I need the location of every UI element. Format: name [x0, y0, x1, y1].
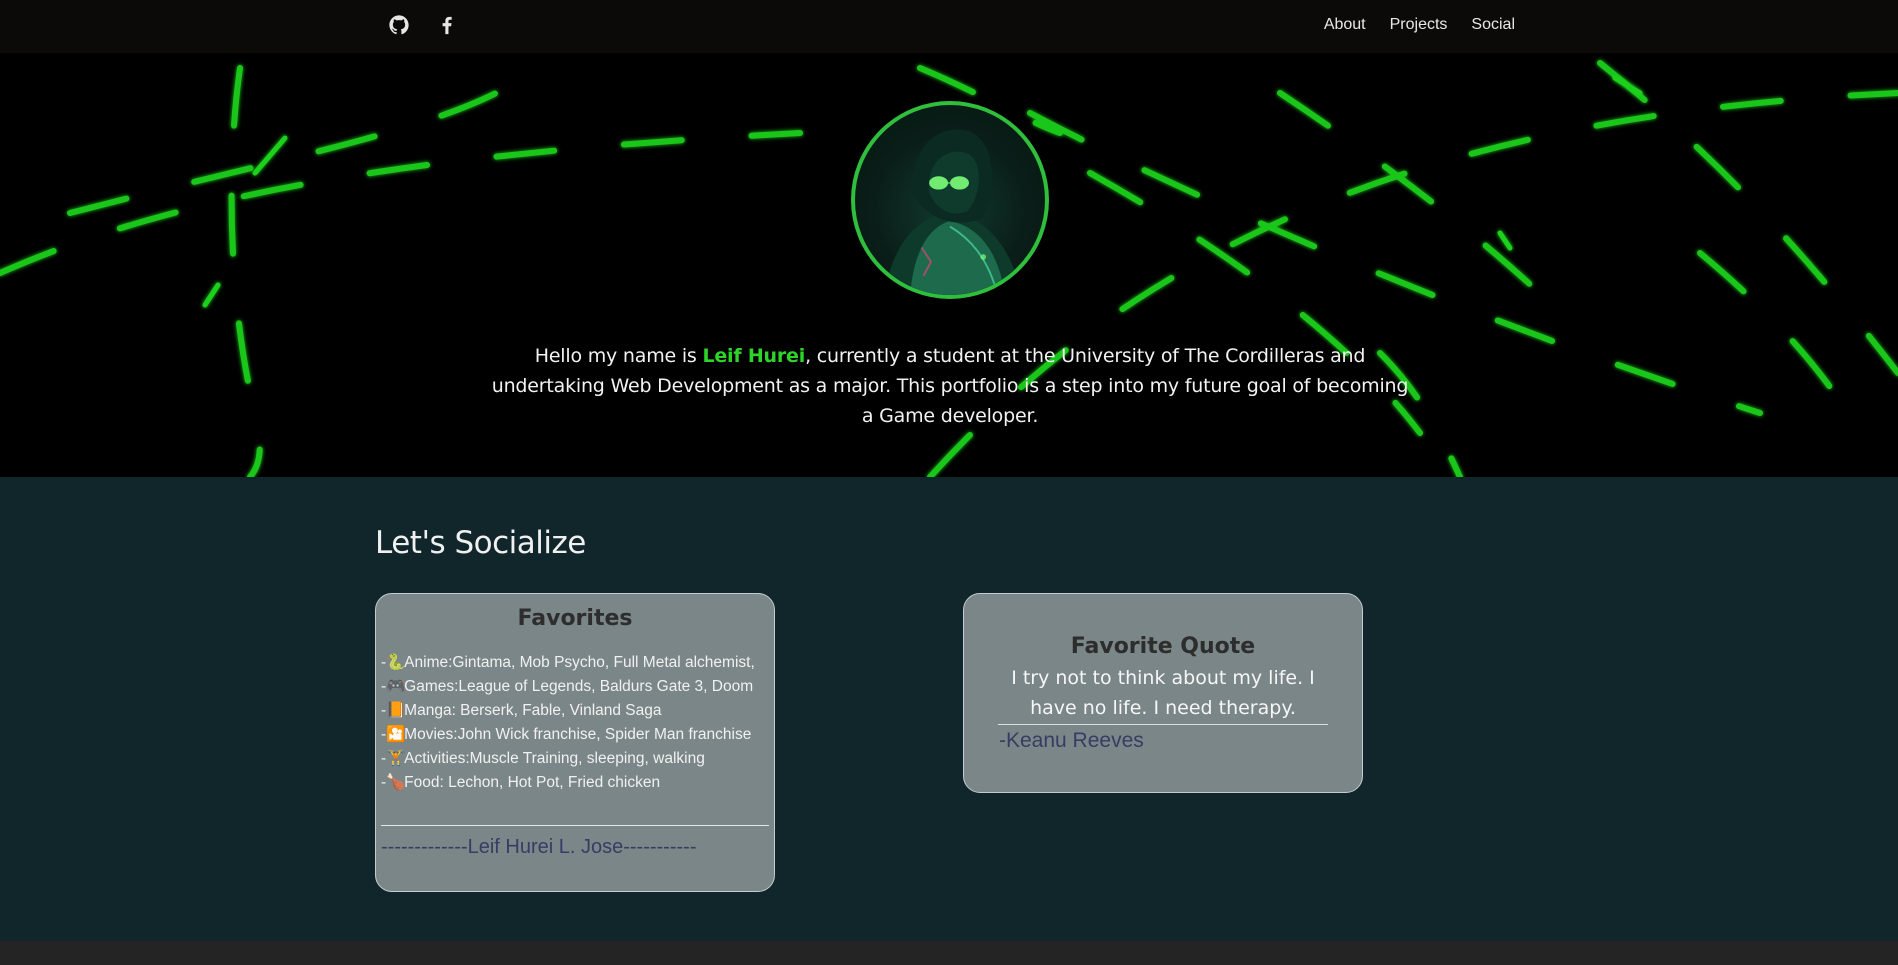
favorites-card: Favorites -🐍Anime:Gintama, Mob Psycho, F… — [375, 593, 775, 892]
nav-link-social[interactable]: Social — [1471, 16, 1515, 34]
nav-link-about[interactable]: About — [1324, 16, 1366, 34]
list-item: -🎮Games:League of Legends, Baldurs Gate … — [381, 675, 774, 699]
intro-name: Leif Hurei — [702, 345, 806, 367]
nav-link-projects[interactable]: Projects — [1390, 16, 1448, 34]
signature: -------------Leif Hurei L. Jose---------… — [381, 836, 697, 858]
quote-author: -Keanu Reeves — [999, 729, 1144, 752]
list-item: -🎦Movies:John Wick franchise, Spider Man… — [381, 723, 774, 747]
facebook-icon[interactable] — [436, 14, 458, 36]
list-item: -🐍Anime:Gintama, Mob Psycho, Full Metal … — [381, 651, 774, 675]
list-item: -🏋Activities:Muscle Training, sleeping, … — [381, 747, 774, 771]
intro-before: Hello my name is — [534, 345, 703, 367]
social-section: Let's Socialize Favorites -🐍Anime:Gintam… — [0, 477, 1898, 941]
weightlifter-icon: 🏋 — [386, 750, 406, 767]
section-title: Let's Socialize — [375, 525, 586, 561]
intro-text: Hello my name is Leif Hurei, currently a… — [490, 341, 1410, 431]
favorites-list: -🐍Anime:Gintama, Mob Psycho, Full Metal … — [376, 651, 774, 795]
github-icon[interactable] — [388, 14, 410, 36]
divider — [381, 825, 769, 826]
cinema-icon: 🎦 — [386, 726, 406, 743]
nav-links: About Projects Social — [1324, 16, 1515, 34]
quote-text: I try not to think about my life. I have… — [998, 663, 1328, 725]
drumstick-icon: 🍗 — [386, 774, 406, 791]
snake-icon: 🐍 — [386, 654, 406, 671]
quote-title: Favorite Quote — [1070, 634, 1256, 659]
hero-section: Hello my name is Leif Hurei, currently a… — [0, 53, 1898, 477]
profile-avatar — [851, 101, 1049, 299]
gamepad-icon: 🎮 — [386, 678, 406, 695]
footer — [0, 941, 1898, 965]
favorites-title: Favorites — [517, 606, 633, 631]
nav-social-icons — [388, 14, 458, 36]
navbar: About Projects Social — [0, 0, 1898, 53]
quote-card: Favorite Quote I try not to think about … — [963, 593, 1363, 793]
book-icon: 📙 — [386, 702, 406, 719]
list-item: -📙Manga: Berserk, Fable, Vinland Saga — [381, 699, 774, 723]
list-item: -🍗Food: Lechon, Hot Pot, Fried chicken — [381, 771, 774, 795]
